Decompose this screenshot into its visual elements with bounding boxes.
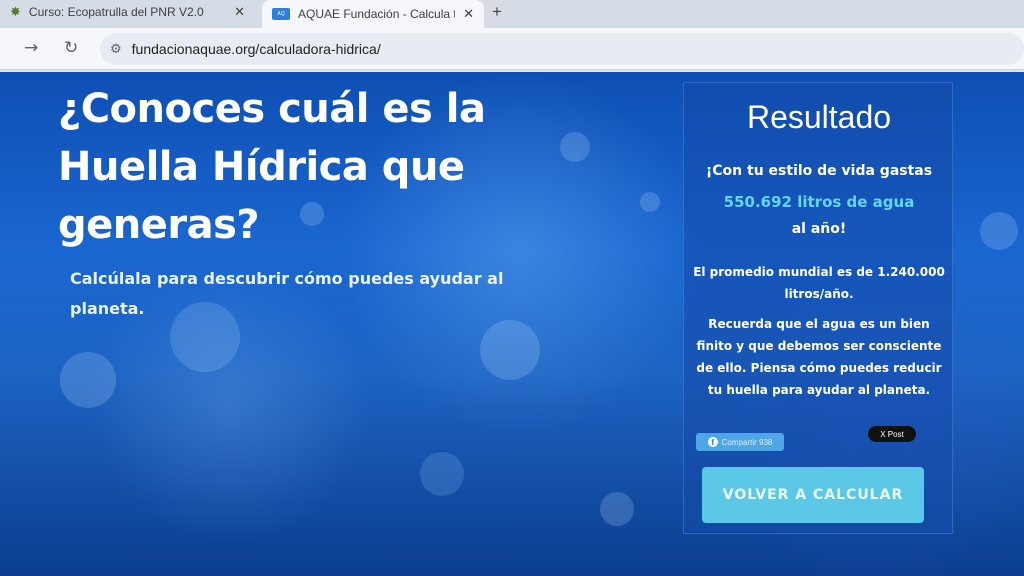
bubble-decoration xyxy=(600,492,634,526)
result-title: Resultado xyxy=(746,99,892,135)
bubble-decoration xyxy=(60,352,116,408)
x-post-label: X Post xyxy=(880,429,904,439)
close-icon[interactable]: ✕ xyxy=(234,4,245,20)
tab-bar: ✸ Curso: Ecopatrulla del PNR V2.0 ✕ AQ A… xyxy=(0,0,1024,30)
x-post-button[interactable]: X Post xyxy=(868,426,916,442)
bubble-decoration xyxy=(560,132,590,162)
page-hero: ¿Conoces cuál es la Huella Hídrica que g… xyxy=(0,72,1024,576)
bubble-decoration xyxy=(980,212,1018,250)
url-text[interactable]: fundacionaquae.org/calculadora-hidrica/ xyxy=(132,41,381,57)
browser-toolbar: → ↻ ⚙ fundacionaquae.org/calculadora-hid… xyxy=(0,28,1024,70)
address-bar[interactable]: ⚙ fundacionaquae.org/calculadora-hidrica… xyxy=(100,33,1024,65)
forward-icon[interactable]: → xyxy=(24,38,38,58)
aquae-favicon-icon: AQ xyxy=(272,8,290,20)
result-period: al año! xyxy=(791,221,847,237)
world-average: El promedio mundial es de 1.240.000 litr… xyxy=(693,265,945,301)
facebook-icon: f xyxy=(707,437,718,447)
page-title: ¿Conoces cuál es la Huella Hídrica que g… xyxy=(58,86,486,248)
share-label: Compartir 938 xyxy=(721,437,773,447)
tab-title: AQUAE Fundación - Calcula tu H xyxy=(298,7,455,21)
tab-ecopatrulla[interactable]: ✸ Curso: Ecopatrulla del PNR V2.0 ✕ xyxy=(0,0,255,24)
bug-icon: ✸ xyxy=(10,4,21,19)
tab-aquae[interactable]: AQ AQUAE Fundación - Calcula tu H ✕ xyxy=(262,0,484,28)
site-info-icon[interactable]: ⚙ xyxy=(110,42,122,57)
new-tab-icon[interactable]: + xyxy=(492,2,502,22)
bubble-decoration xyxy=(480,320,540,380)
result-panel: Resultado ¡Con tu estilo de vida gastas … xyxy=(683,82,953,534)
result-amount: 550.692 litros de agua xyxy=(723,193,915,211)
page-subtitle: Calcúlala para descubrir cómo puedes ayu… xyxy=(70,269,504,318)
tab-title: Curso: Ecopatrulla del PNR V2.0 xyxy=(28,5,204,19)
facebook-share-button[interactable]: f Compartir 938 xyxy=(696,433,784,451)
close-icon[interactable]: ✕ xyxy=(463,6,474,22)
result-intro: ¡Con tu estilo de vida gastas xyxy=(705,163,933,179)
bubble-decoration xyxy=(640,192,660,212)
reload-icon[interactable]: ↻ xyxy=(64,38,78,58)
reminder-text: Recuerda que el agua es un bien finito y… xyxy=(696,317,942,397)
recalculate-button[interactable]: VOLVER A CALCULAR xyxy=(702,467,924,523)
bubble-decoration xyxy=(420,452,464,496)
